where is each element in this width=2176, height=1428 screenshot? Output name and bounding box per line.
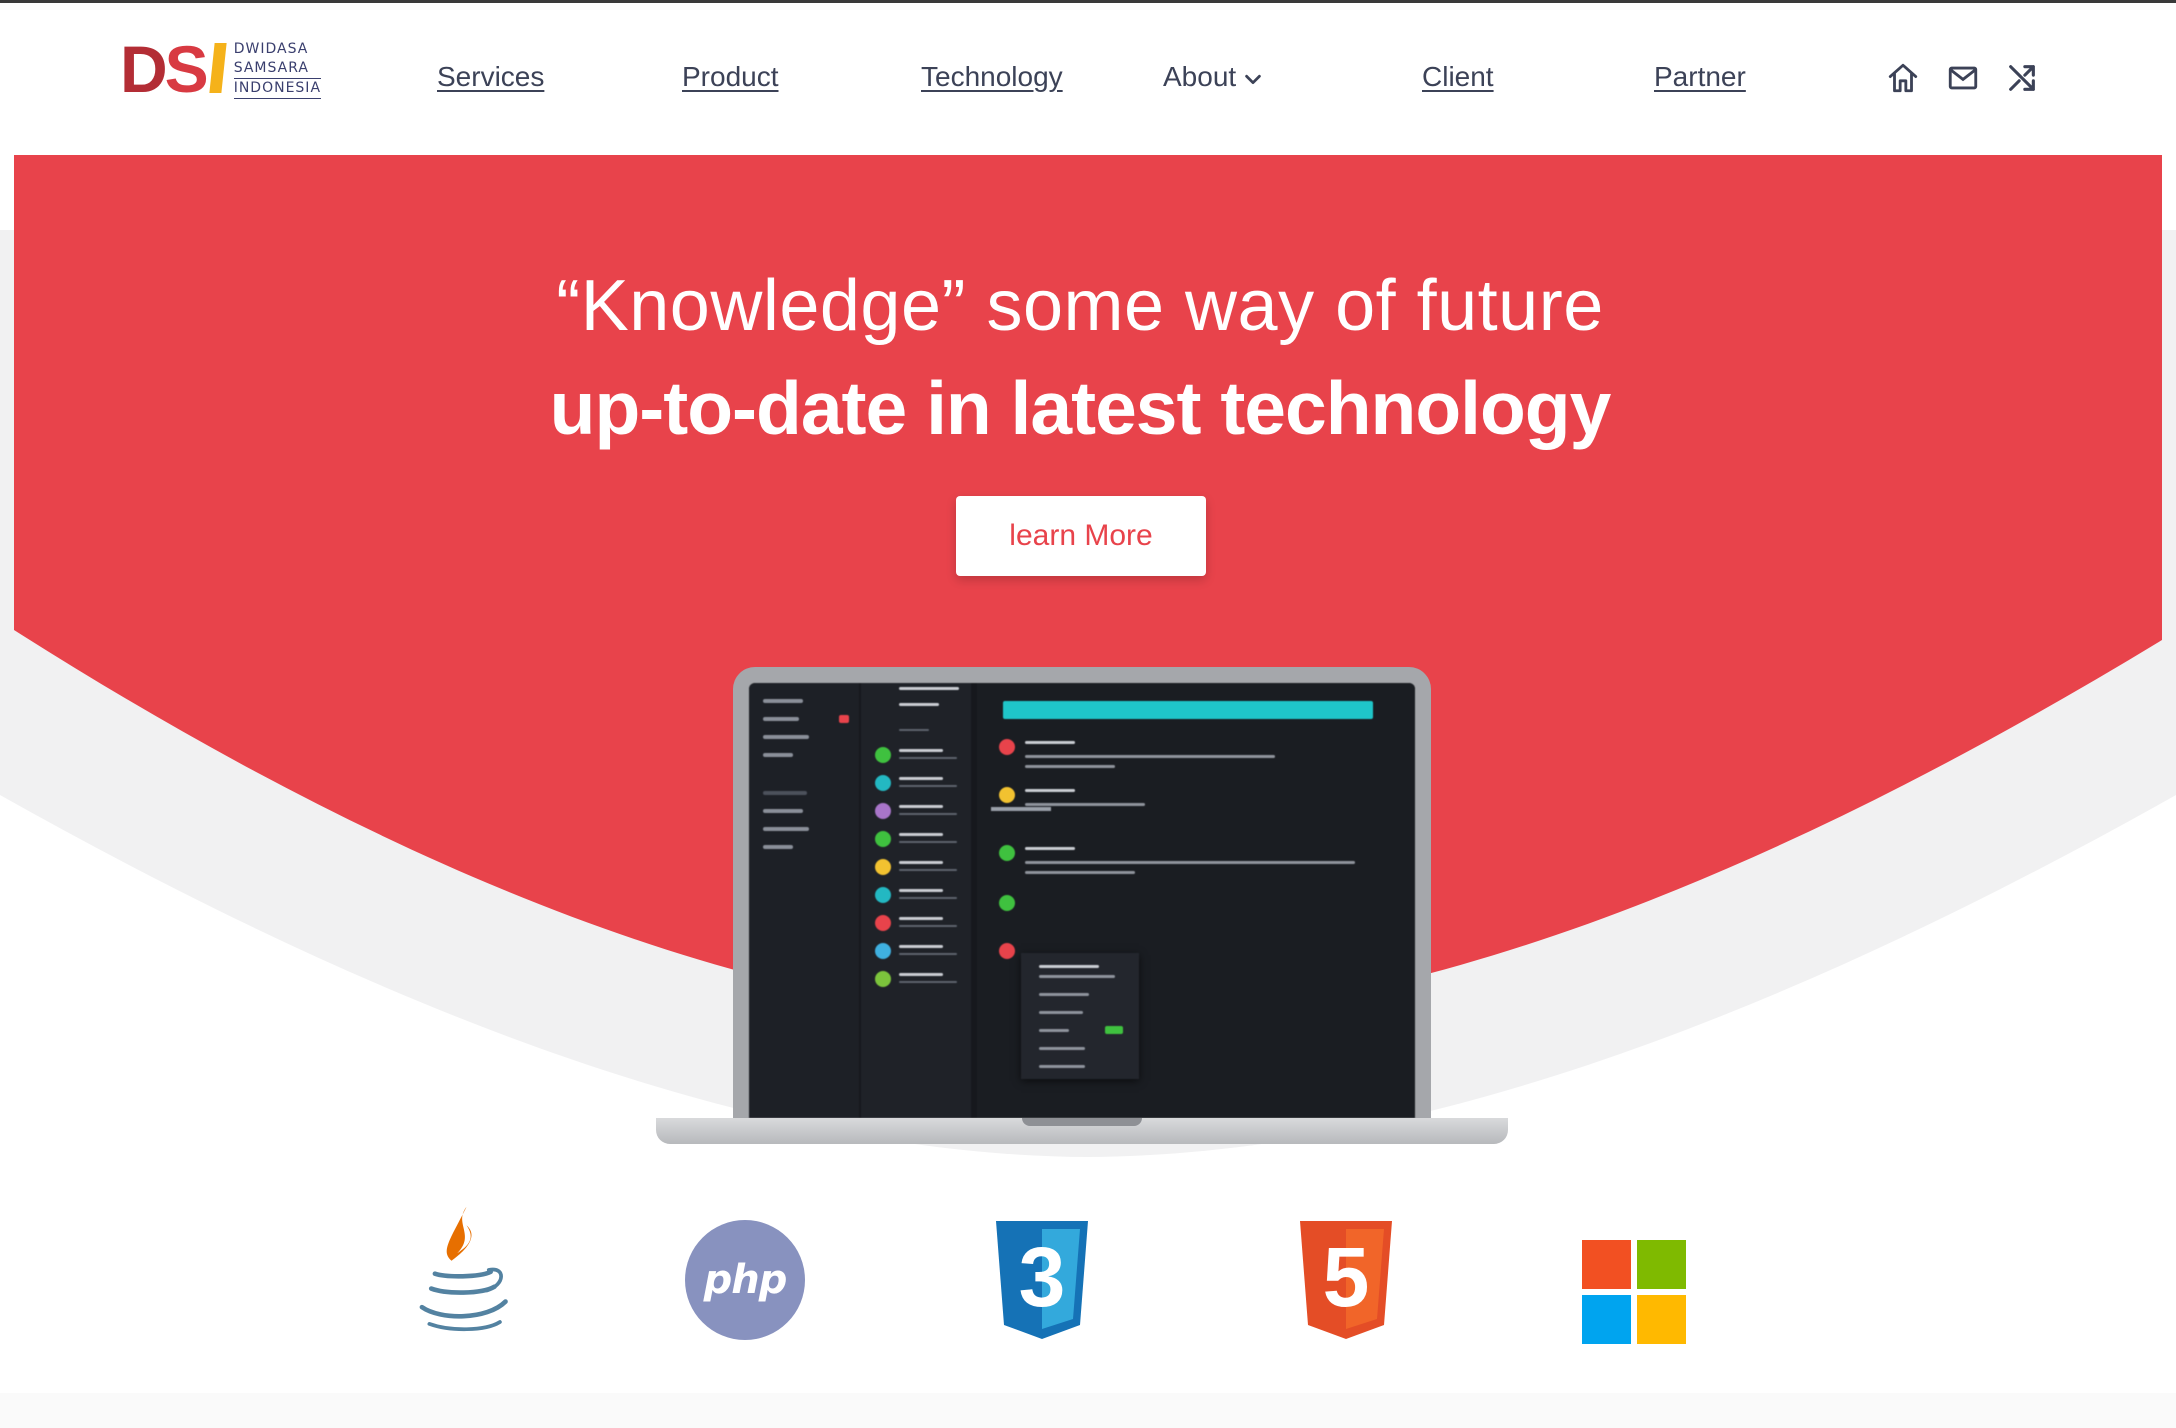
nav-services[interactable]: Services — [437, 61, 544, 93]
css3-logo: 3 — [992, 1221, 1092, 1341]
laptop-screen-frame — [733, 667, 1431, 1118]
site-header: DS DWIDASA SAMSARA INDONESIA Services Pr… — [0, 3, 2176, 155]
app-screenshot — [749, 683, 1415, 1118]
mail-icon[interactable] — [1946, 61, 1980, 95]
brand-logo[interactable]: DS DWIDASA SAMSARA INDONESIA — [120, 29, 322, 102]
html5-logo-text: 5 — [1322, 1230, 1370, 1324]
nav-product[interactable]: Product — [682, 61, 779, 93]
java-logo — [419, 1206, 508, 1332]
home-icon[interactable] — [1886, 61, 1920, 95]
html5-logo: 5 — [1296, 1221, 1396, 1341]
nav-about-label: About — [1163, 61, 1237, 92]
chevron-down-icon — [1245, 74, 1261, 85]
logo-word-1: DWIDASA — [233, 41, 309, 57]
nav-about[interactable]: About — [1163, 61, 1264, 93]
nav-technology[interactable]: Technology — [921, 61, 1063, 93]
hero-heading-line1: “Knowledge” some way of future — [556, 266, 1604, 346]
logo-word-3: INDONESIA — [233, 79, 322, 99]
css3-logo-text: 3 — [1018, 1230, 1066, 1324]
laptop-mockup — [656, 660, 1508, 1144]
nav-client[interactable]: Client — [1422, 61, 1494, 93]
php-logo: php — [683, 1218, 807, 1342]
logo-word-2: SAMSARA — [233, 59, 322, 79]
laptop-notch — [1022, 1118, 1142, 1126]
logo-wordmark: DWIDASA SAMSARA INDONESIA — [233, 40, 322, 99]
hero-section: “Knowledge” some way of future up-to-dat… — [0, 155, 2176, 1428]
php-logo-text: php — [703, 1257, 788, 1303]
learn-more-button[interactable]: learn More — [956, 496, 1206, 576]
shuffle-icon[interactable] — [2005, 61, 2039, 95]
microsoft-logo — [1582, 1240, 1686, 1344]
hero-heading-line2: up-to-date in latest technology — [549, 366, 1612, 450]
nav-partner[interactable]: Partner — [1654, 61, 1746, 93]
logo-mark: DS — [120, 36, 227, 102]
